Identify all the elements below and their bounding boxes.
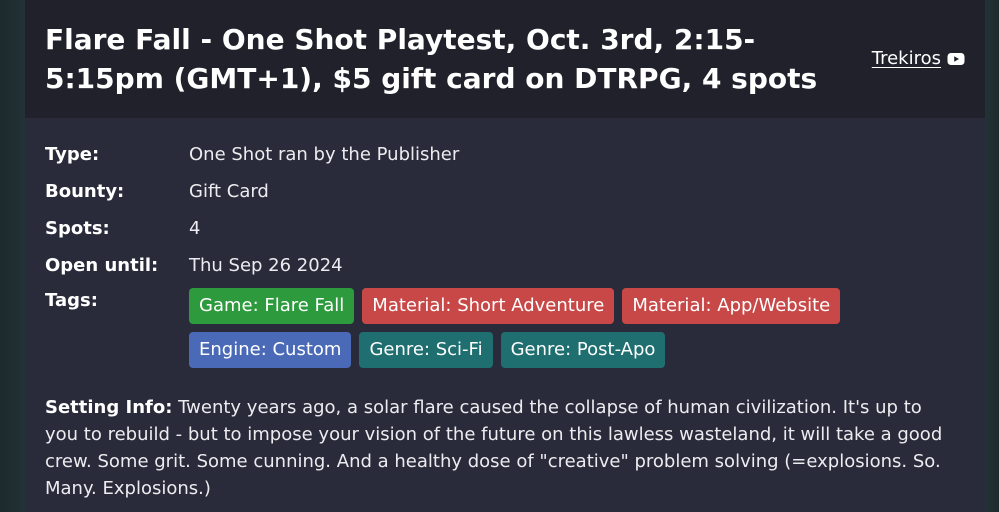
bounty-value: Gift Card [189,181,269,202]
card-header: Flare Fall - One Shot Playtest, Oct. 3rd… [25,0,985,118]
author: Trekiros [872,48,965,69]
setting-info: Setting Info: Twenty years ago, a solar … [45,394,955,502]
tag-material-short-adventure[interactable]: Material: Short Adventure [362,288,615,324]
playtest-title: Flare Fall - One Shot Playtest, Oct. 3rd… [45,23,818,95]
tag-material-app-website[interactable]: Material: App/Website [622,288,841,324]
tag-genre-sci-fi[interactable]: Genre: Sci-Fi [359,332,493,368]
bounty-label: Bounty: [45,181,125,202]
tags-label: Tags: [45,290,98,311]
setting-info-text: Twenty years ago, a solar flare caused t… [45,397,943,499]
type-label: Type: [45,144,100,165]
type-value: One Shot ran by the Publisher [189,144,460,165]
author-link[interactable]: Trekiros [872,48,941,69]
bounty-row: Bounty: Gift Card [45,179,965,216]
open-until-label: Open until: [45,255,159,276]
tag-game[interactable]: Game: Flare Fall [189,288,355,324]
tags-row: Tags: Game: Flare Fall Material: Short A… [45,288,965,368]
open-until-row: Open until: Thu Sep 26 2024 [45,253,965,290]
spots-label: Spots: [45,218,110,239]
tag-engine[interactable]: Engine: Custom [189,332,352,368]
open-until-value: Thu Sep 26 2024 [189,255,343,276]
spots-row: Spots: 4 [45,216,965,253]
page: Flare Fall - One Shot Playtest, Oct. 3rd… [0,0,999,512]
tag-list: Game: Flare Fall Material: Short Adventu… [189,288,889,368]
spots-value: 4 [189,218,201,239]
playtest-card: Flare Fall - One Shot Playtest, Oct. 3rd… [25,0,985,512]
setting-info-label: Setting Info: [45,397,173,418]
card-body: Type: One Shot ran by the Publisher Boun… [25,118,985,502]
youtube-icon[interactable] [947,50,965,68]
tag-genre-post-apo[interactable]: Genre: Post-Apo [500,332,666,368]
type-row: Type: One Shot ran by the Publisher [45,142,965,179]
